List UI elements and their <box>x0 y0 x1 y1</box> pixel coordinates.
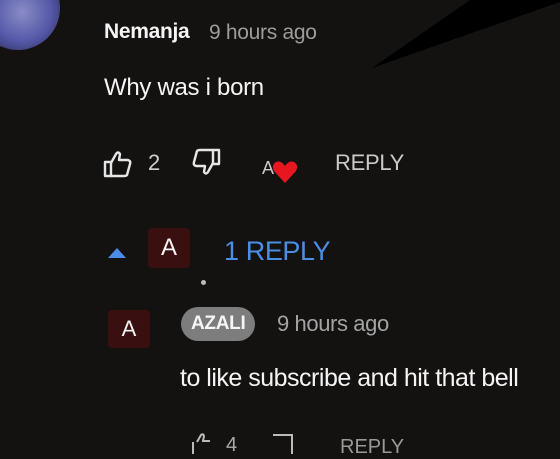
reply-like-count: 4 <box>226 434 238 456</box>
reply-timestamp[interactable]: 9 hours ago <box>277 311 389 337</box>
decorative-wedge <box>372 0 560 68</box>
heart-icon <box>272 161 298 183</box>
reply-thumbs-down-icon[interactable] <box>270 432 296 454</box>
reply-author-badge[interactable]: AZALI <box>181 307 256 341</box>
user-avatar[interactable] <box>0 0 60 50</box>
thumbs-up-icon[interactable] <box>102 148 134 180</box>
reply-reply-button[interactable]: REPLY <box>340 436 404 459</box>
reply-preview-avatar[interactable]: A <box>148 228 190 268</box>
comment-timestamp[interactable]: 9 hours ago <box>209 21 317 45</box>
like-count: 2 <box>148 150 161 175</box>
reply-avatar[interactable]: A <box>108 310 150 348</box>
reply-thumbs-up-icon[interactable] <box>190 432 212 454</box>
comment-text: Why was i born <box>104 74 264 101</box>
comment-author[interactable]: Nemanja <box>104 20 190 44</box>
separator-dot <box>201 280 206 285</box>
reply-text: to like subscribe and hit that bell <box>180 364 519 392</box>
creator-heart[interactable]: A <box>258 150 298 186</box>
view-replies-toggle[interactable]: 1 REPLY <box>224 236 331 267</box>
thumbs-down-icon[interactable] <box>190 146 222 178</box>
caret-up-icon[interactable] <box>106 244 128 260</box>
reply-button[interactable]: REPLY <box>335 150 404 176</box>
